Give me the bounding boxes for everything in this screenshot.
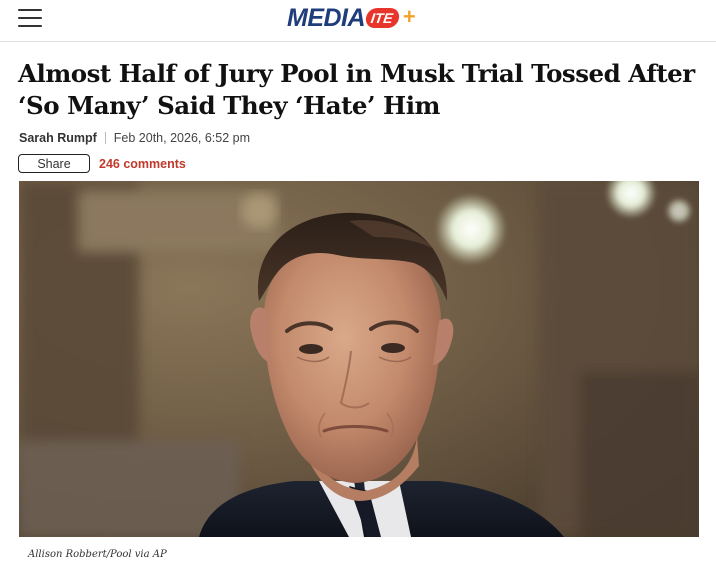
site-logo[interactable]: MEDIA ITE + bbox=[287, 4, 416, 32]
image-caption: Allison Robbert/Pool via AP bbox=[28, 549, 167, 560]
logo-plus: + bbox=[402, 4, 416, 29]
share-button[interactable]: Share bbox=[18, 154, 90, 173]
publish-date: Feb 20th, 2026, 6:52 pm bbox=[113, 131, 251, 145]
logo-badge: ITE bbox=[364, 8, 401, 28]
byline: Sarah Rumpf Feb 20th, 2026, 6:52 pm bbox=[19, 129, 250, 147]
comments-link[interactable]: 246 comments bbox=[99, 157, 186, 171]
logo-wordmark: MEDIA bbox=[287, 3, 366, 32]
hero-image bbox=[19, 181, 699, 537]
article-actions: Share 246 comments bbox=[18, 154, 186, 173]
hero-photo-illustration bbox=[19, 181, 699, 537]
byline-divider bbox=[104, 132, 106, 144]
author-link[interactable]: Sarah Rumpf bbox=[19, 131, 97, 145]
article-headline: Almost Half of Jury Pool in Musk Trial T… bbox=[18, 59, 695, 120]
hamburger-menu-icon[interactable] bbox=[18, 9, 42, 27]
site-header: MEDIA ITE + bbox=[0, 0, 716, 42]
